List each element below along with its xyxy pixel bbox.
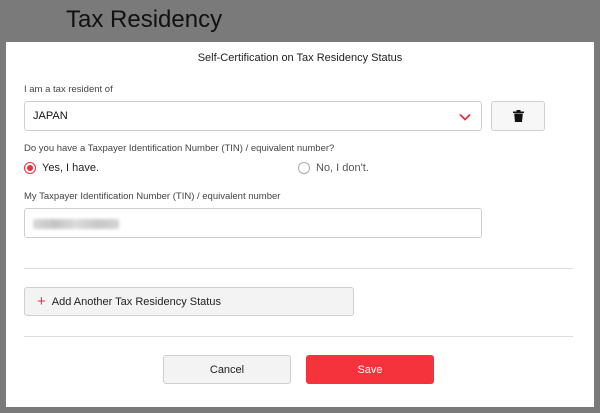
divider — [24, 268, 573, 269]
redacted-tin-value — [33, 219, 119, 229]
radio-unselected-icon — [298, 162, 310, 174]
tin-input-label: My Taxpayer Identification Number (TIN) … — [24, 191, 281, 202]
save-button[interactable]: Save — [306, 355, 434, 384]
country-select-value: JAPAN — [33, 110, 68, 122]
divider — [24, 336, 573, 337]
tin-yes-radio[interactable]: Yes, I have. — [24, 162, 99, 174]
country-select[interactable]: JAPAN — [24, 101, 482, 131]
tin-question-label: Do you have a Taxpayer Identification Nu… — [24, 143, 335, 154]
tin-yes-label: Yes, I have. — [42, 162, 100, 174]
tax-residency-modal: Self-Certification on Tax Residency Stat… — [6, 42, 594, 407]
trash-icon — [512, 110, 524, 122]
plus-icon: + — [37, 293, 46, 310]
delete-residency-button[interactable] — [491, 101, 545, 131]
chevron-down-icon — [459, 113, 471, 121]
resident-country-label: I am a tax resident of — [24, 84, 113, 95]
add-tax-residency-button[interactable]: + Add Another Tax Residency Status — [24, 287, 354, 316]
tin-no-label: No, I don't. — [316, 162, 369, 174]
tin-input[interactable] — [24, 208, 482, 238]
modal-title: Self-Certification on Tax Residency Stat… — [197, 52, 403, 64]
add-tax-residency-label: Add Another Tax Residency Status — [51, 295, 221, 308]
page-title: Tax Residency — [66, 6, 223, 33]
cancel-button[interactable]: Cancel — [163, 355, 291, 384]
radio-selected-icon — [24, 162, 36, 174]
tin-no-radio[interactable]: No, I don't. — [298, 162, 369, 174]
